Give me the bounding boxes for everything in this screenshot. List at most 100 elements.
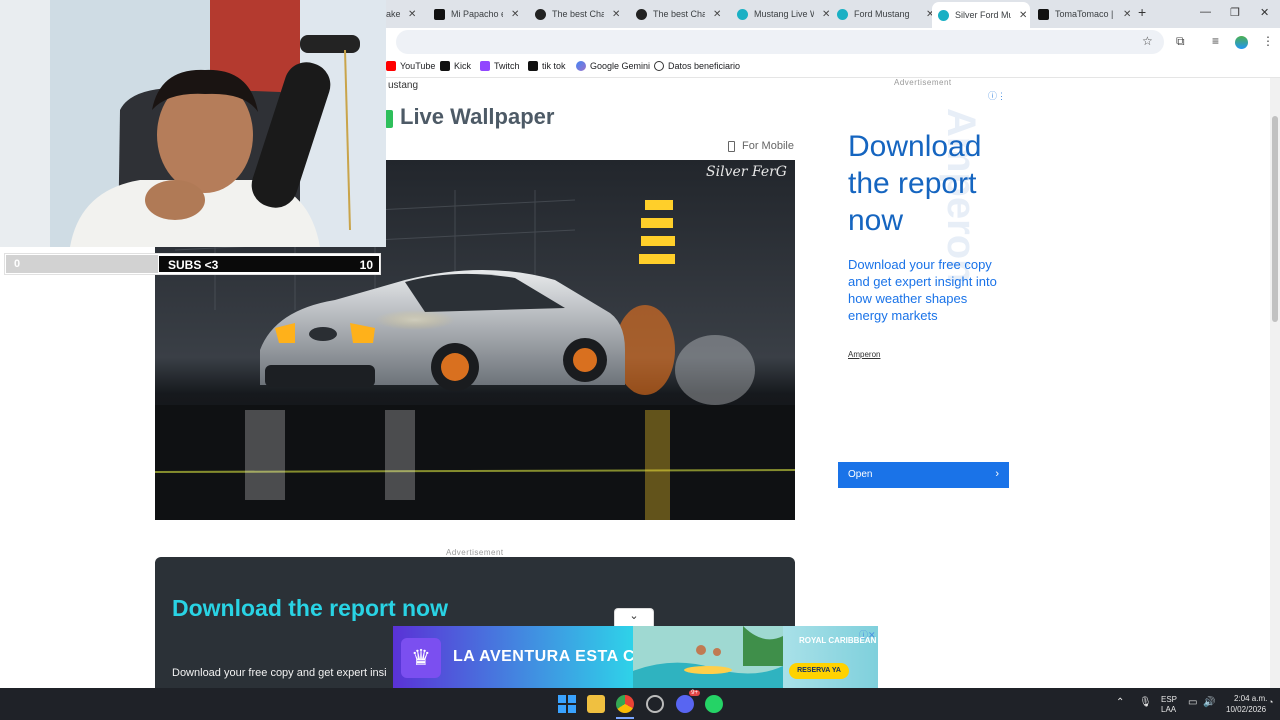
title-accent	[385, 110, 393, 128]
for-mobile-link[interactable]: For Mobile	[728, 140, 794, 152]
tab-title: The best Chatb	[653, 9, 705, 19]
subs-progress: 0	[6, 255, 158, 273]
tab-active[interactable]: Silver Ford Mu ✕	[932, 2, 1030, 28]
tiktok-icon	[434, 8, 445, 20]
profile-avatar[interactable]	[1235, 36, 1248, 49]
bookmark-label: Twitch	[494, 61, 520, 71]
scrollbar[interactable]	[1270, 78, 1280, 688]
clock-time[interactable]: 2:04 a.m.	[1234, 694, 1267, 703]
bookmark-label: YouTube	[400, 61, 436, 71]
side-ad-body: Download your free copy and get expert i…	[848, 257, 997, 323]
chevron-up-icon[interactable]: ⌃	[1116, 697, 1124, 708]
discord-icon[interactable]: 9+	[676, 690, 700, 713]
site-icon	[938, 9, 949, 21]
close-window-icon[interactable]: ✕	[1260, 6, 1269, 19]
extensions-icon[interactable]: ⧉	[1176, 34, 1185, 49]
minimize-icon[interactable]: —	[1200, 6, 1211, 18]
ad-label: Advertisement	[894, 78, 952, 87]
webcam-feed	[0, 0, 386, 247]
tab[interactable]: Mustang Live W ✕	[737, 4, 830, 24]
bookmark-label: tik tok	[542, 61, 566, 71]
bookmark-label: Datos beneficiario	[668, 61, 741, 71]
side-ad-brand[interactable]: Amperon	[848, 350, 880, 359]
media-control-icon[interactable]: ≡	[1212, 34, 1219, 48]
chevron-right-icon: ›	[995, 468, 999, 480]
new-tab-button[interactable]: +	[1138, 4, 1146, 20]
banner-collapse-button[interactable]: ⌄	[614, 608, 654, 626]
open-label: Open	[848, 469, 873, 480]
notification-icon[interactable]: ◔	[1268, 697, 1273, 707]
tab[interactable]: The best Chatb ✕	[636, 4, 721, 24]
open-button[interactable]: Open ›	[838, 462, 1009, 488]
reserva-button[interactable]: RESERVA YA	[789, 663, 849, 679]
menu-icon[interactable]: ⋮	[1262, 34, 1274, 48]
crown-anchor-icon: ♛	[401, 638, 441, 678]
tiktok-icon	[1038, 8, 1049, 20]
subs-goal-bar: 0 SUBS <3 10	[4, 253, 381, 275]
subs-start-value: 0	[14, 258, 21, 270]
kick-icon	[440, 61, 450, 71]
side-ad-headline[interactable]: Download the report now	[848, 128, 1006, 239]
tab-title: Silver Ford Mu	[955, 10, 1011, 20]
bottom-ad-title[interactable]: Download the report now	[172, 595, 448, 622]
close-icon[interactable]: ✕	[822, 9, 830, 20]
bookmark-gemini[interactable]: Google Gemini	[576, 61, 650, 71]
tab-title: The best Chatb	[552, 9, 604, 19]
webcam-overlay	[0, 0, 386, 247]
close-icon[interactable]: ✕	[612, 9, 620, 20]
language-sub: LAA	[1161, 705, 1177, 714]
scrollbar-thumb[interactable]	[1272, 116, 1278, 322]
bookmark-kick[interactable]: Kick	[440, 61, 471, 71]
breadcrumb[interactable]: ustang	[388, 80, 418, 91]
active-indicator	[616, 717, 634, 719]
microphone-icon[interactable]: 🎙	[1139, 697, 1152, 708]
ad-close-icon[interactable]: ⓘ✕	[859, 628, 876, 641]
tab[interactable]: Ford Mustang ✕	[837, 4, 934, 24]
bookmark-label: Google Gemini	[590, 61, 651, 71]
close-icon[interactable]: ✕	[511, 9, 519, 20]
chatgpt-icon	[535, 8, 546, 20]
close-icon[interactable]: ✕	[713, 9, 721, 20]
bookmark-star-icon[interactable]: ☆	[1142, 34, 1153, 48]
tab[interactable]: The best Chatb ✕	[535, 4, 620, 24]
gemini-icon	[576, 61, 586, 71]
tab[interactable]: Mi Papacho en ✕	[434, 4, 519, 24]
bookmark-youtube[interactable]: YouTube	[386, 61, 435, 71]
bookmark-tiktok[interactable]: tik tok	[528, 61, 566, 71]
tab[interactable]: TomaTomaco | ✕	[1038, 4, 1131, 24]
taskbar: 9+ ⌃ 🎙 ESP LAA ▭ 🔊 2:04 a.m. 10/02/2026 …	[0, 688, 1280, 720]
tab[interactable]: ake ✕	[386, 4, 416, 24]
subs-goal-value: 10	[359, 258, 373, 272]
volume-icon[interactable]: 🔊	[1203, 697, 1215, 708]
whatsapp-icon[interactable]	[705, 695, 723, 713]
image-watermark: Silver FerG	[706, 164, 787, 180]
globe-icon	[654, 61, 664, 71]
tab-title: Mustang Live W	[754, 9, 814, 19]
banner-ad[interactable]: ♛ LA AVENTURA ESTA CERCA ROYAL CARIBBEAN…	[393, 626, 878, 688]
maximize-icon[interactable]: ❐	[1230, 6, 1240, 19]
chatgpt-icon[interactable]	[646, 695, 664, 713]
chrome-icon[interactable]	[616, 695, 634, 713]
language-indicator[interactable]: ESP	[1161, 695, 1177, 704]
tab-title: ake	[386, 9, 400, 19]
bookmark-twitch[interactable]: Twitch	[480, 61, 520, 71]
subs-label: SUBS <3	[168, 258, 219, 272]
bookmark-datos[interactable]: Datos beneficiario	[654, 61, 740, 71]
clock-date[interactable]: 10/02/2026	[1226, 705, 1266, 714]
tab-title: TomaTomaco |	[1055, 9, 1114, 19]
close-icon[interactable]: ✕	[1019, 10, 1027, 21]
file-explorer-icon[interactable]	[587, 695, 605, 713]
bookmark-label: Kick	[454, 61, 472, 71]
close-icon[interactable]: ✕	[1123, 9, 1131, 20]
network-icon[interactable]: ▭	[1188, 697, 1197, 708]
ad-info-icon[interactable]: ⓘ⋮	[988, 89, 1006, 102]
windows-start-icon[interactable]	[558, 695, 576, 713]
youtube-icon	[386, 61, 396, 71]
chatgpt-icon	[636, 8, 647, 20]
side-ad[interactable]: Amperon ⓘ⋮ Download the report now Downl…	[838, 88, 1009, 488]
site-icon	[837, 8, 848, 20]
site-icon	[737, 8, 748, 20]
close-icon[interactable]: ✕	[408, 9, 416, 20]
address-bar[interactable]: ☆	[396, 30, 1164, 54]
notification-badge: 9+	[689, 690, 700, 696]
